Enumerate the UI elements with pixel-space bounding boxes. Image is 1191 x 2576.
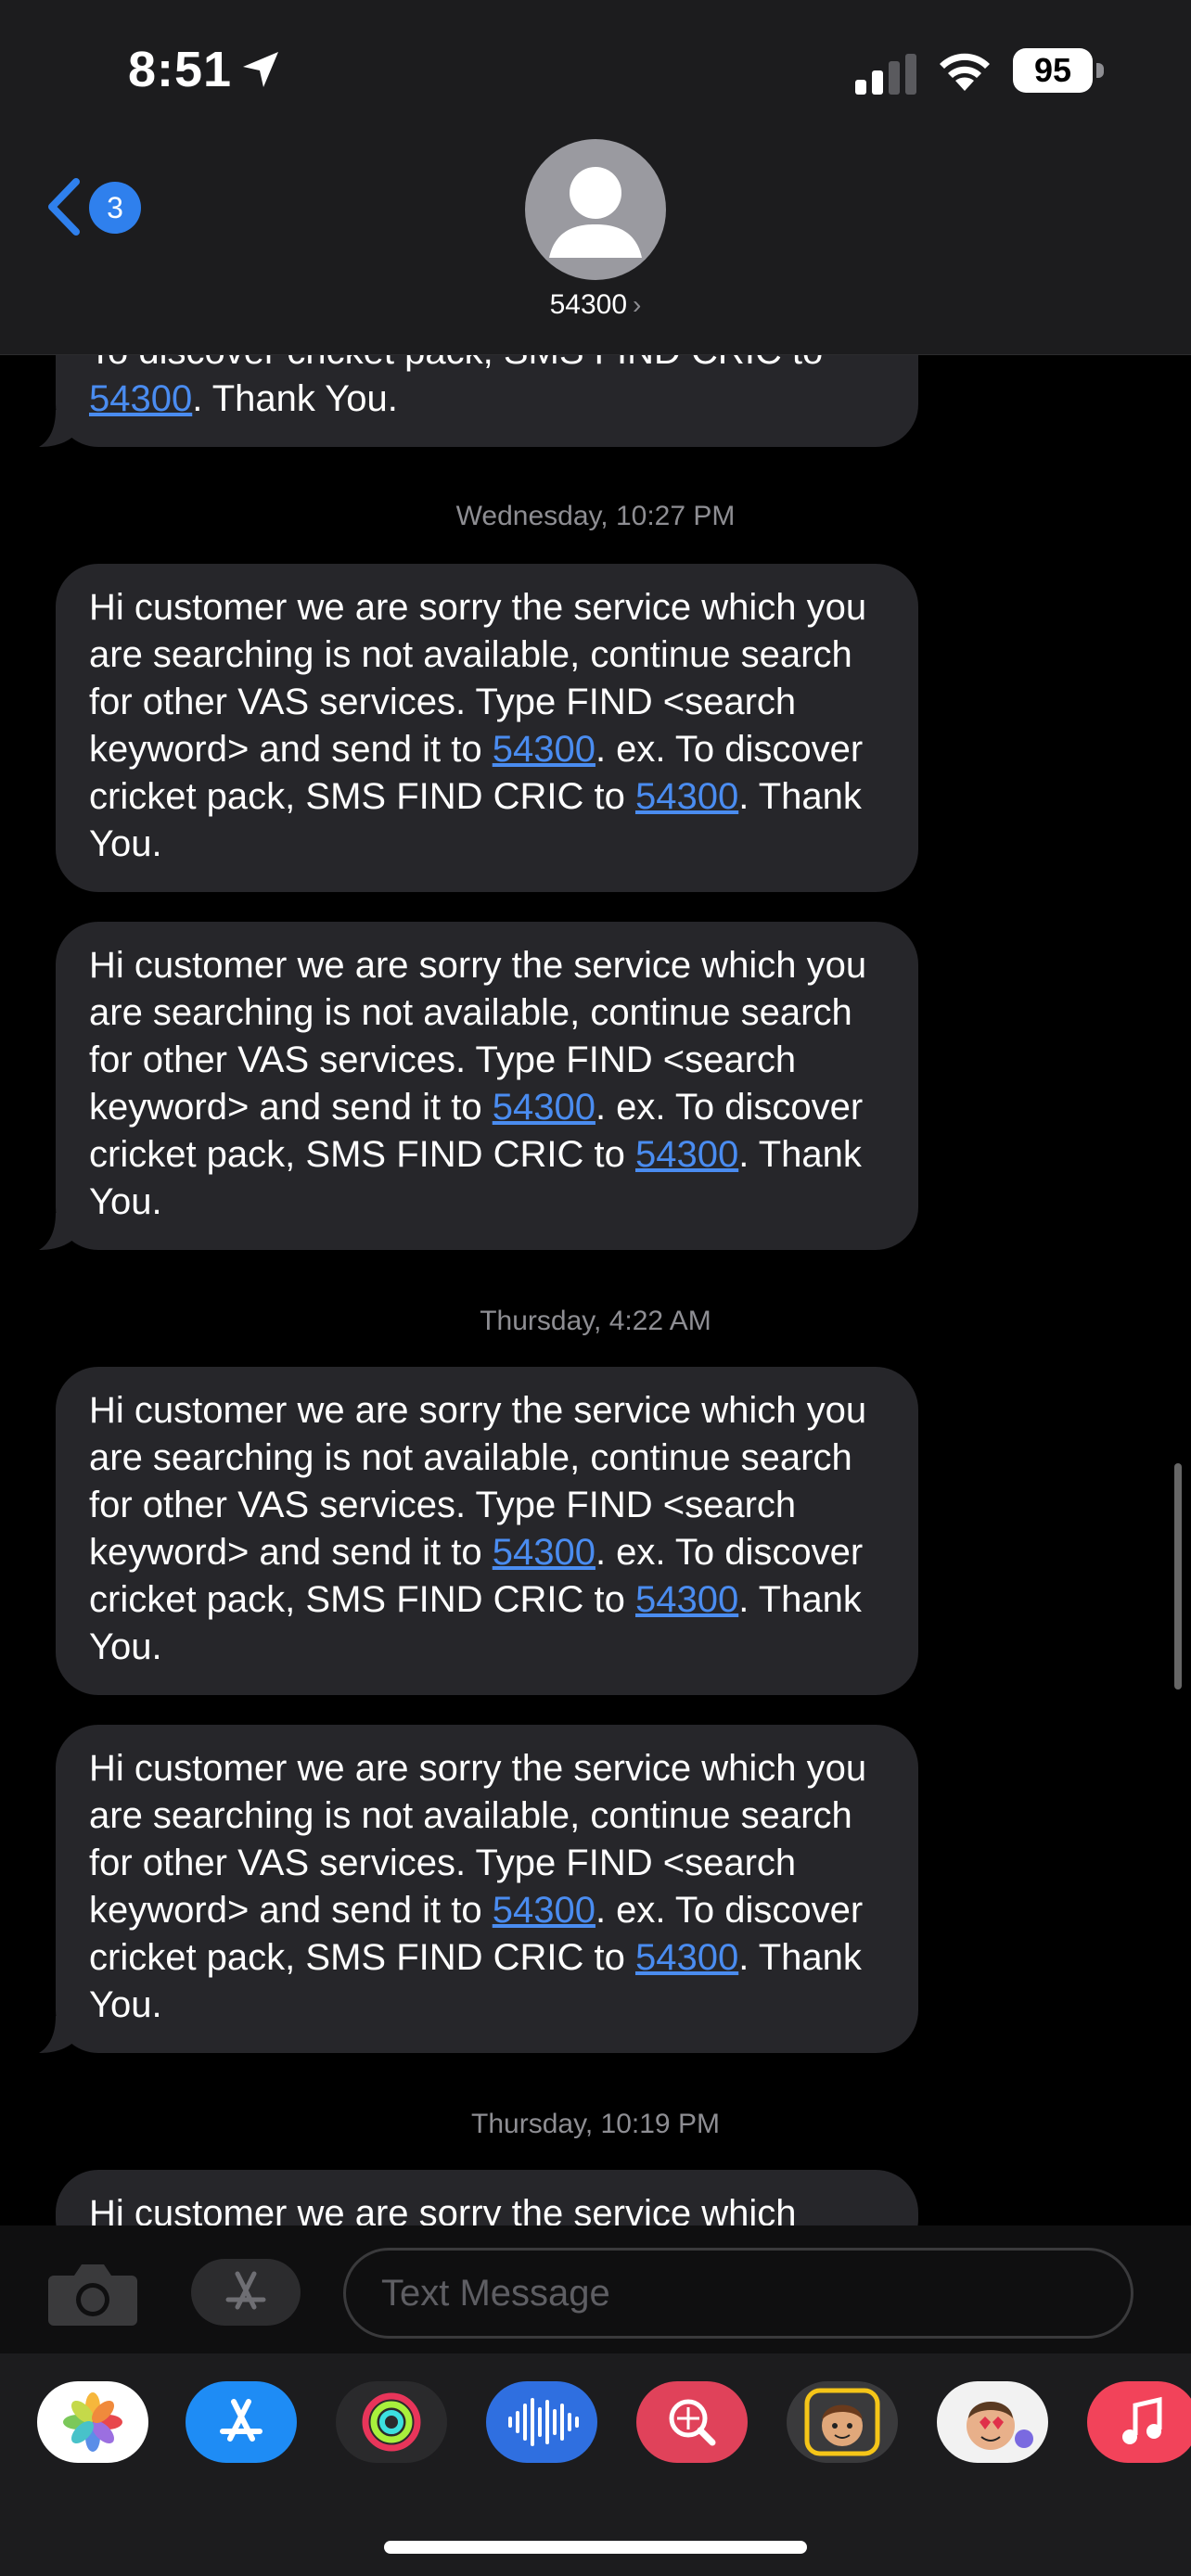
memoji-icon[interactable] [787,2381,898,2463]
phone-link[interactable]: 54300 [493,1532,596,1573]
location-arrow-icon [243,52,278,87]
bubble-tail [39,1213,76,1250]
compose-bar: Text Message [0,2225,1191,2353]
chevron-right-icon: › [633,290,642,319]
bubble-tail [39,410,76,447]
imessage-app-drawer [0,2353,1191,2576]
phone-link[interactable]: 54300 [493,1087,596,1128]
contact-name-button[interactable]: 54300 › [0,289,1191,321]
back-button[interactable]: 3 [45,176,147,241]
phone-link[interactable]: 54300 [493,1890,596,1931]
app-store-apps-button[interactable] [191,2259,301,2326]
message-text: . Thank You. [192,378,398,419]
image-search-icon[interactable] [636,2381,748,2463]
music-icon[interactable] [1087,2381,1191,2463]
bubble-tail [39,2016,76,2053]
person-icon [549,167,642,258]
phone-link[interactable]: 54300 [493,729,596,770]
phone-link[interactable]: 54300 [635,1579,738,1620]
conversation-header: 8:51 95 3 54300 › [0,0,1191,355]
timestamp: Wednesday, 10:27 PM [455,501,736,531]
contact-avatar[interactable] [525,139,666,280]
scrollbar[interactable] [1174,1463,1182,1690]
phone-link[interactable]: 54300 [635,1937,738,1978]
contact-name: 54300 [549,289,628,320]
battery-icon: 95 [1013,48,1108,93]
message-input[interactable]: Text Message [343,2248,1133,2339]
voice-memos-icon[interactable] [486,2381,597,2463]
message-bubble[interactable]: Hi customer we are sorry the service whi… [39,1725,918,2053]
phone-link[interactable]: 54300 [635,776,738,817]
photos-icon[interactable] [37,2381,148,2463]
message-bubble[interactable]: Hi customer we are sorry the service whi… [39,922,918,1250]
unread-count-badge: 3 [89,182,141,234]
app-store-icon[interactable] [186,2381,297,2463]
fitness-icon[interactable] [336,2381,447,2463]
app-store-icon [225,2271,266,2310]
phone-link[interactable]: 54300 [89,378,192,419]
message-text: Hi customer we are sorry the service whi… [89,2193,797,2225]
camera-icon[interactable] [46,2261,139,2327]
message-bubble[interactable]: Hi customer we are sorry the service whi… [56,2170,918,2225]
cellular-signal-icon [855,54,916,95]
status-time: 8:51 [128,42,233,97]
message-bubble[interactable]: Hi customer we are sorry the service whi… [56,1367,918,1695]
phone-link[interactable]: 54300 [635,1134,738,1175]
timestamp: Thursday, 4:22 AM [480,1306,711,1336]
message-bubble[interactable]: Hi customer we are sorry the service whi… [56,564,918,892]
battery-level: 95 [1013,48,1093,93]
chevron-left-icon [48,178,80,236]
wifi-icon [940,53,990,91]
memoji-stickers-icon[interactable] [937,2381,1048,2463]
home-indicator[interactable] [384,2541,807,2554]
timestamp: Thursday, 10:19 PM [471,2109,720,2139]
